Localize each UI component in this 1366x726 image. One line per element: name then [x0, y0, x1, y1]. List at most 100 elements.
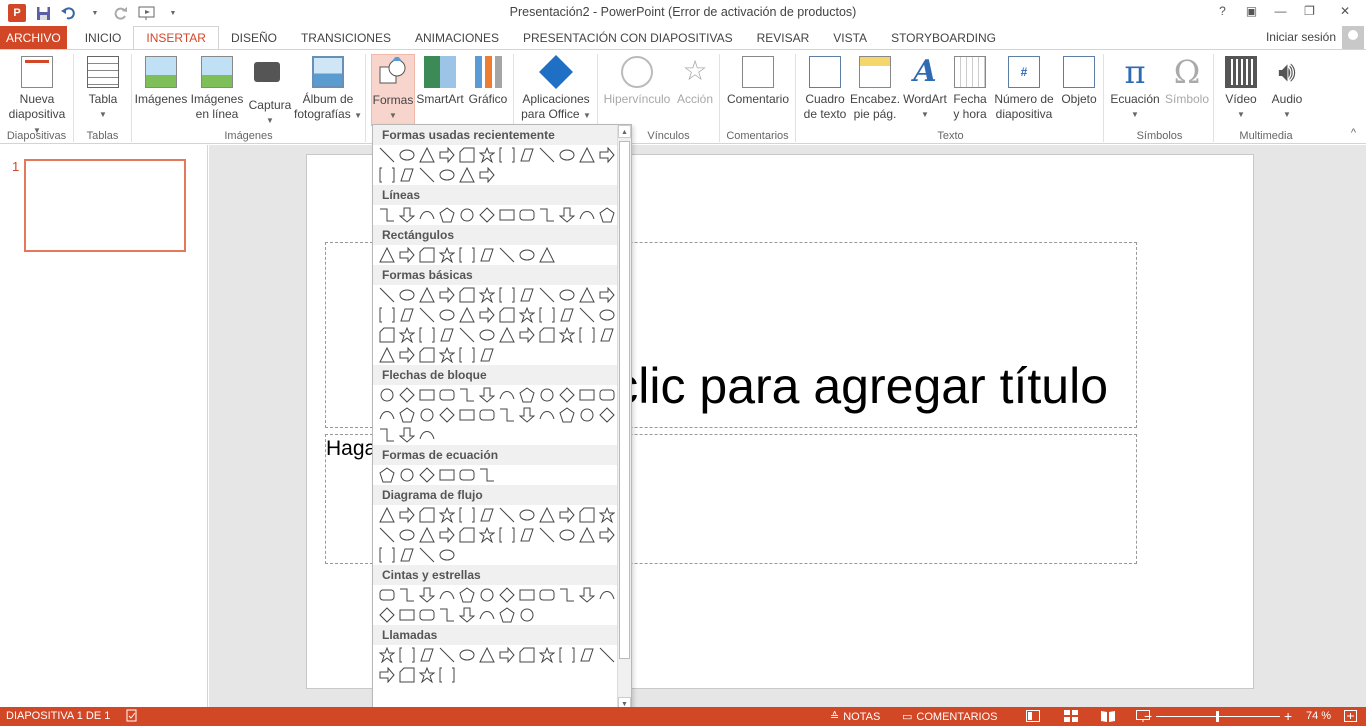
shape-item-icon[interactable]: [437, 285, 457, 305]
shape-item-icon[interactable]: [497, 605, 517, 625]
shape-item-icon[interactable]: [377, 285, 397, 305]
shape-item-icon[interactable]: [537, 305, 557, 325]
shape-item-icon[interactable]: [517, 405, 537, 425]
normal-view-icon[interactable]: [1026, 710, 1040, 722]
shape-item-icon[interactable]: [377, 525, 397, 545]
shape-item-icon[interactable]: [417, 465, 437, 485]
shape-item-icon[interactable]: [417, 305, 437, 325]
fit-slide-icon[interactable]: [1344, 710, 1357, 722]
shape-item-icon[interactable]: [437, 165, 457, 185]
zoom-slider-thumb[interactable]: [1216, 711, 1219, 722]
shape-item-icon[interactable]: [477, 465, 497, 485]
shape-item-icon[interactable]: [517, 525, 537, 545]
shape-item-icon[interactable]: [437, 645, 457, 665]
shape-item-icon[interactable]: [397, 385, 417, 405]
shape-item-icon[interactable]: [397, 545, 417, 565]
shape-item-icon[interactable]: [417, 325, 437, 345]
shape-item-icon[interactable]: [457, 405, 477, 425]
shape-item-icon[interactable]: [437, 305, 457, 325]
shape-item-icon[interactable]: [377, 605, 397, 625]
shape-item-icon[interactable]: [397, 305, 417, 325]
shape-item-icon[interactable]: [517, 205, 537, 225]
tab-archivo[interactable]: ARCHIVO: [0, 26, 67, 50]
online-pictures-button[interactable]: Imágenes en línea: [190, 54, 244, 122]
shape-item-icon[interactable]: [377, 665, 397, 685]
shape-item-icon[interactable]: [497, 405, 517, 425]
shape-item-icon[interactable]: [457, 285, 477, 305]
shape-item-icon[interactable]: [377, 585, 397, 605]
table-button[interactable]: Tabla ▼: [82, 54, 124, 122]
signin-link[interactable]: Iniciar sesión: [1266, 30, 1336, 44]
tab-diseno[interactable]: DISEÑO: [219, 26, 289, 50]
date-time-button[interactable]: Fecha y hora: [950, 54, 990, 122]
shape-item-icon[interactable]: [497, 385, 517, 405]
shape-item-icon[interactable]: [377, 505, 397, 525]
avatar[interactable]: [1342, 26, 1364, 50]
tab-inicio[interactable]: INICIO: [73, 26, 134, 50]
shape-item-icon[interactable]: [537, 525, 557, 545]
shape-item-icon[interactable]: [477, 165, 497, 185]
shape-item-icon[interactable]: [477, 525, 497, 545]
shape-item-icon[interactable]: [417, 165, 437, 185]
shape-item-icon[interactable]: [477, 605, 497, 625]
comments-button[interactable]: ▭ COMENTARIOS: [902, 710, 997, 724]
shape-item-icon[interactable]: [457, 165, 477, 185]
shape-item-icon[interactable]: [437, 405, 457, 425]
shape-item-icon[interactable]: [457, 145, 477, 165]
shape-item-icon[interactable]: [437, 345, 457, 365]
shape-item-icon[interactable]: [497, 325, 517, 345]
shape-item-icon[interactable]: [437, 325, 457, 345]
wordart-button[interactable]: A WordArt ▼: [900, 54, 950, 122]
shapes-button[interactable]: Formas ▼: [371, 54, 415, 126]
shape-item-icon[interactable]: [557, 145, 577, 165]
shape-item-icon[interactable]: [537, 285, 557, 305]
shape-item-icon[interactable]: [497, 245, 517, 265]
shape-item-icon[interactable]: [597, 205, 617, 225]
shape-item-icon[interactable]: [377, 405, 397, 425]
shape-item-icon[interactable]: [437, 205, 457, 225]
restore-icon[interactable]: ❐: [1295, 0, 1324, 22]
shape-item-icon[interactable]: [497, 205, 517, 225]
equation-button[interactable]: π Ecuación ▼: [1108, 54, 1162, 122]
shape-item-icon[interactable]: [517, 325, 537, 345]
shape-item-icon[interactable]: [397, 285, 417, 305]
shape-item-icon[interactable]: [397, 465, 417, 485]
shape-item-icon[interactable]: [377, 245, 397, 265]
shape-item-icon[interactable]: [497, 505, 517, 525]
shape-item-icon[interactable]: [397, 505, 417, 525]
shape-item-icon[interactable]: [597, 385, 617, 405]
shape-item-icon[interactable]: [397, 205, 417, 225]
shape-item-icon[interactable]: [397, 585, 417, 605]
scrollbar-thumb[interactable]: [619, 141, 630, 659]
hyperlink-button[interactable]: Hipervínculo: [602, 54, 672, 107]
shape-item-icon[interactable]: [577, 645, 597, 665]
slide-thumbnail[interactable]: [24, 159, 186, 252]
shape-item-icon[interactable]: [497, 645, 517, 665]
shape-item-icon[interactable]: [597, 145, 617, 165]
new-slide-button[interactable]: Nueva diapositiva ▼: [4, 54, 70, 138]
shape-item-icon[interactable]: [517, 585, 537, 605]
shape-item-icon[interactable]: [477, 385, 497, 405]
slide-sorter-icon[interactable]: [1064, 710, 1078, 722]
reading-view-icon[interactable]: [1101, 710, 1115, 722]
shape-item-icon[interactable]: [477, 645, 497, 665]
ribbon-display-options-icon[interactable]: ▣: [1237, 0, 1266, 22]
shape-item-icon[interactable]: [517, 285, 537, 305]
shape-item-icon[interactable]: [457, 505, 477, 525]
audio-button[interactable]: 🔊︎ Audio ▼: [1264, 54, 1310, 122]
shape-item-icon[interactable]: [597, 325, 617, 345]
shape-item-icon[interactable]: [477, 325, 497, 345]
shape-item-icon[interactable]: [597, 505, 617, 525]
tab-presentacion[interactable]: PRESENTACIÓN CON DIAPOSITIVAS: [511, 26, 745, 50]
notes-button[interactable]: ≙ NOTAS: [830, 710, 880, 724]
shape-item-icon[interactable]: [417, 405, 437, 425]
shape-item-icon[interactable]: [557, 585, 577, 605]
shape-item-icon[interactable]: [417, 545, 437, 565]
shape-item-icon[interactable]: [377, 165, 397, 185]
shape-item-icon[interactable]: [437, 465, 457, 485]
shape-item-icon[interactable]: [557, 285, 577, 305]
shape-item-icon[interactable]: [517, 605, 537, 625]
shape-item-icon[interactable]: [377, 465, 397, 485]
shape-item-icon[interactable]: [457, 245, 477, 265]
shape-item-icon[interactable]: [537, 385, 557, 405]
